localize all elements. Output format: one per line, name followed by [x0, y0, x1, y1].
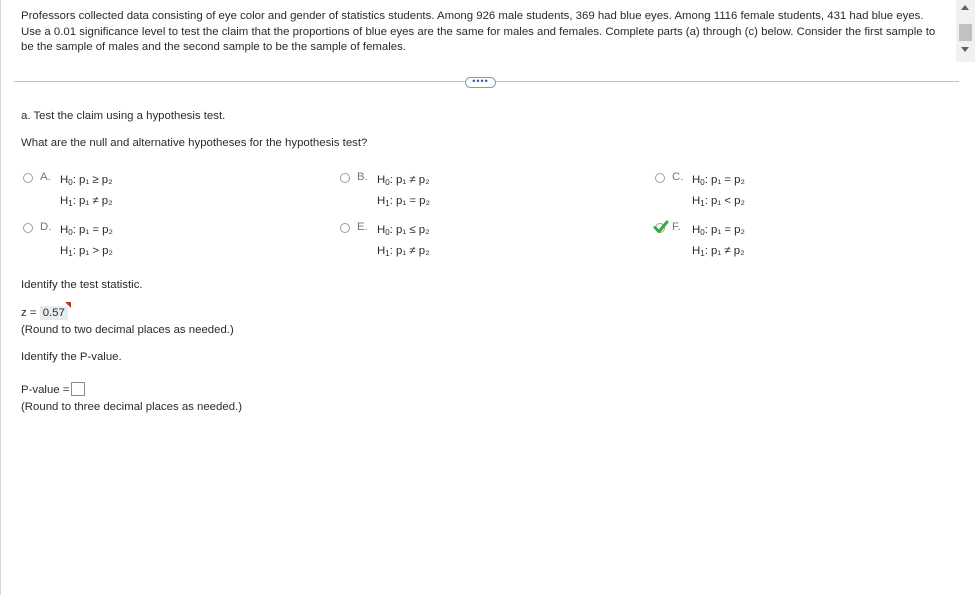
- hypotheses: H0: p₁ = p₂ H1: p₁ ≠ p₂: [692, 221, 745, 263]
- problem-statement: Professors collected data consisting of …: [21, 10, 936, 53]
- hypotheses: H0: p₁ ≥ p₂ H1: p₁ ≠ p₂: [60, 171, 113, 213]
- p-value-prompt: Identify the P-value.: [21, 351, 122, 363]
- alt-hypothesis: H1: p₁ = p₂: [377, 195, 430, 208]
- vertical-scrollbar[interactable]: [956, 0, 975, 62]
- alt-hypothesis: H1: p₁ ≠ p₂: [377, 245, 430, 258]
- null-hypothesis: H0: p₁ = p₂: [60, 224, 113, 237]
- checkmark-icon: [653, 220, 669, 233]
- flag-icon: [64, 302, 71, 308]
- z-value: 0.57: [42, 307, 65, 319]
- hypothesis-question: What are the null and alternative hypoth…: [21, 137, 368, 149]
- radio-e[interactable]: [340, 223, 350, 233]
- hypotheses: H0: p₁ = p₂ H1: p₁ > p₂: [60, 221, 113, 263]
- z-row: z = 0.57: [21, 302, 71, 320]
- p-value-row: P-value =: [21, 382, 86, 396]
- null-hypothesis: H0: p₁ = p₂: [692, 224, 745, 237]
- radio-d[interactable]: [23, 223, 33, 233]
- choice-letter: A.: [40, 171, 51, 183]
- choice-letter: C.: [672, 171, 684, 183]
- left-border: [0, 0, 1, 595]
- null-hypothesis: H0: p₁ = p₂: [692, 174, 745, 187]
- null-hypothesis: H0: p₁ ≠ p₂: [377, 174, 430, 187]
- p-value-input[interactable]: [71, 382, 86, 396]
- choice-letter: F.: [672, 221, 681, 233]
- part-a-title: a. Test the claim using a hypothesis tes…: [21, 110, 226, 122]
- radio-a[interactable]: [23, 173, 33, 183]
- alt-hypothesis: H1: p₁ ≠ p₂: [692, 245, 745, 258]
- p-value-rounding-hint: (Round to three decimal places as needed…: [21, 401, 242, 413]
- z-rounding-hint: (Round to two decimal places as needed.): [21, 324, 234, 336]
- choice-letter: B.: [357, 171, 368, 183]
- choice-letter: D.: [40, 221, 52, 233]
- choice-letter: E.: [357, 221, 368, 233]
- radio-b[interactable]: [340, 173, 350, 183]
- null-hypothesis: H0: p₁ ≤ p₂: [377, 224, 430, 237]
- scroll-up-arrow-icon[interactable]: [961, 5, 969, 10]
- alt-hypothesis: H1: p₁ > p₂: [60, 245, 113, 258]
- hypotheses: H0: p₁ ≠ p₂ H1: p₁ = p₂: [377, 171, 430, 213]
- hypotheses: H0: p₁ = p₂ H1: p₁ < p₂: [692, 171, 745, 213]
- z-label: z =: [21, 307, 37, 319]
- p-value-label: P-value =: [21, 384, 70, 396]
- scroll-down-arrow-icon[interactable]: [961, 47, 969, 52]
- alt-hypothesis: H1: p₁ < p₂: [692, 195, 745, 208]
- z-answer[interactable]: 0.57: [39, 302, 71, 320]
- scroll-thumb[interactable]: [959, 24, 972, 41]
- hypotheses: H0: p₁ ≤ p₂ H1: p₁ ≠ p₂: [377, 221, 430, 263]
- alt-hypothesis: H1: p₁ ≠ p₂: [60, 195, 113, 208]
- test-statistic-prompt: Identify the test statistic.: [21, 279, 143, 291]
- more-button[interactable]: ••••: [465, 77, 496, 88]
- null-hypothesis: H0: p₁ ≥ p₂: [60, 174, 113, 187]
- radio-c[interactable]: [655, 173, 665, 183]
